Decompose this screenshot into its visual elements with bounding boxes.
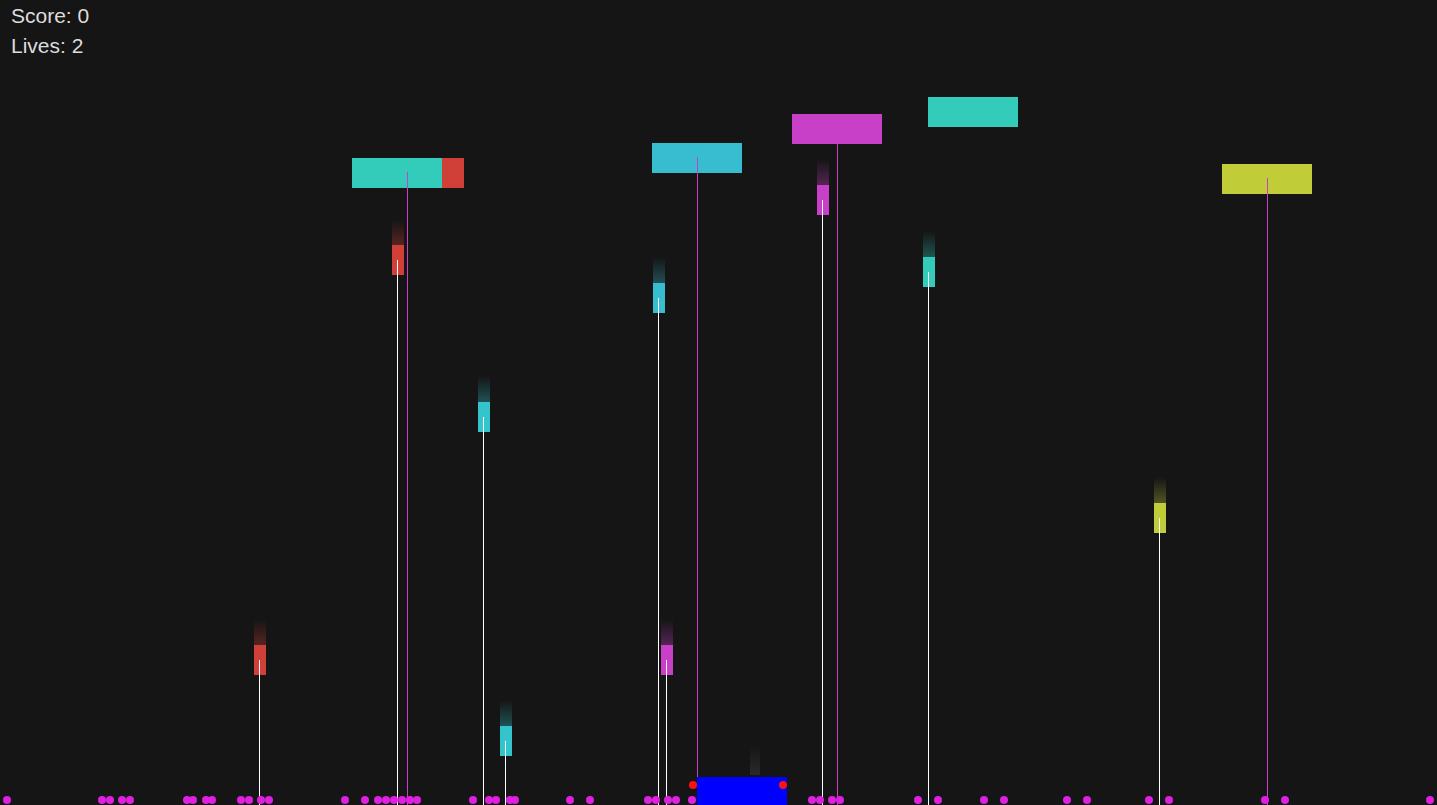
ground-dot xyxy=(672,796,680,804)
brick-beam xyxy=(407,172,408,805)
brick-beam xyxy=(697,157,698,805)
ground-dot xyxy=(245,796,253,804)
ground-dot xyxy=(836,796,844,804)
brick xyxy=(928,97,1018,127)
paddle-cannon xyxy=(779,781,787,789)
ground-dot xyxy=(1426,796,1434,804)
ground-dot xyxy=(586,796,594,804)
ground-dot xyxy=(413,796,421,804)
brick-beam xyxy=(837,128,838,805)
brick-beam xyxy=(1267,178,1268,805)
projectile xyxy=(661,645,673,675)
ground-dot xyxy=(118,796,126,804)
projectile-line xyxy=(483,417,484,805)
brick xyxy=(352,158,442,188)
projectile-line xyxy=(505,741,506,805)
ground-dot xyxy=(341,796,349,804)
projectile-trail xyxy=(392,219,404,245)
ground-dot xyxy=(237,796,245,804)
ground-dot xyxy=(189,796,197,804)
projectile-line xyxy=(822,200,823,805)
ground-dot xyxy=(652,796,660,804)
projectile-trail xyxy=(661,619,673,645)
game-canvas: Score: 0 Lives: 2 xyxy=(0,0,1437,805)
ground-dot xyxy=(511,796,519,804)
ground-dot xyxy=(1281,796,1289,804)
projectile-line xyxy=(259,660,260,805)
ground-dot xyxy=(914,796,922,804)
projectile-trail xyxy=(923,231,935,257)
ground-dot xyxy=(664,796,672,804)
projectile-line xyxy=(928,272,929,805)
projectile-trail xyxy=(254,619,266,645)
ground-dot xyxy=(828,796,836,804)
projectile-trail xyxy=(653,257,665,283)
ground-dot xyxy=(934,796,942,804)
ground-dot xyxy=(808,796,816,804)
ground-dot xyxy=(3,796,11,804)
ground-dot xyxy=(257,796,265,804)
projectile xyxy=(1154,503,1166,533)
ground-dot xyxy=(126,796,134,804)
ground-dot xyxy=(469,796,477,804)
projectile xyxy=(923,257,935,287)
projectile-line xyxy=(658,298,659,805)
ground-dot xyxy=(382,796,390,804)
ground-dot xyxy=(1165,796,1173,804)
ground-dot xyxy=(1145,796,1153,804)
projectile xyxy=(478,402,490,432)
ground-dot xyxy=(265,796,273,804)
ground-dot xyxy=(1083,796,1091,804)
ground-dot xyxy=(644,796,652,804)
projectile xyxy=(392,245,404,275)
ground-dot xyxy=(106,796,114,804)
ground-dot xyxy=(1261,796,1269,804)
lives-label: Lives: 2 xyxy=(11,34,89,58)
ground-dot xyxy=(208,796,216,804)
ground-dot xyxy=(1000,796,1008,804)
paddle[interactable] xyxy=(697,777,787,805)
projectile-trail xyxy=(478,376,490,402)
hud: Score: 0 Lives: 2 xyxy=(11,4,89,58)
projectile-trail xyxy=(500,700,512,726)
ground-dot xyxy=(566,796,574,804)
ground-dot xyxy=(390,796,398,804)
ground-dot xyxy=(374,796,382,804)
ground-dot xyxy=(688,796,696,804)
projectile xyxy=(254,645,266,675)
ground-dot xyxy=(492,796,500,804)
score-label: Score: 0 xyxy=(11,4,89,28)
paddle-cannon xyxy=(689,781,697,789)
ground-dot xyxy=(816,796,824,804)
projectile-trail xyxy=(817,159,829,185)
projectile xyxy=(653,283,665,313)
ground-dot xyxy=(980,796,988,804)
projectile xyxy=(817,185,829,215)
projectile-trail xyxy=(1154,477,1166,503)
projectile-line xyxy=(397,260,398,805)
ground-dot xyxy=(398,796,406,804)
projectile-line xyxy=(1159,518,1160,805)
ground-dot xyxy=(98,796,106,804)
ground-dot xyxy=(361,796,369,804)
paddle-trail xyxy=(750,745,760,775)
ground-dot xyxy=(1063,796,1071,804)
projectile-line xyxy=(666,660,667,805)
projectile xyxy=(500,726,512,756)
